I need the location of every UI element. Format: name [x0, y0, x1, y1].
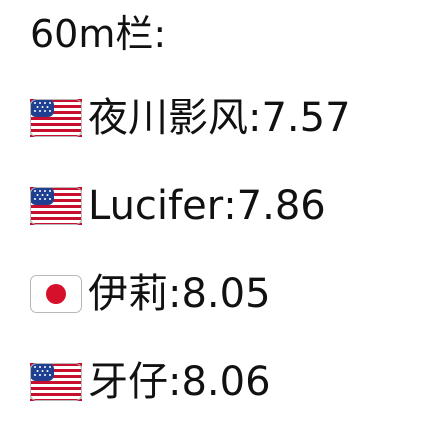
result-time: 7.57: [261, 95, 351, 141]
result-row-1: 夜川影风 : 7.57: [30, 94, 351, 142]
athlete-name: 夜川影风: [88, 95, 248, 141]
result-row-2: Lucifer : 7.86: [30, 182, 351, 230]
us-flag-icon: [30, 187, 82, 225]
separator: :: [248, 95, 262, 141]
us-flag-icon: [30, 99, 82, 137]
athlete-name: 牙仔: [88, 359, 168, 405]
result-entry-text: 牙仔 : 8.06: [88, 358, 271, 406]
result-list: 夜川影风 : 7.57 Lucifer: 7.86 伊莉: 8.05 牙仔 …: [30, 94, 351, 446]
athlete-name: Lucifer: [88, 183, 224, 229]
result-time: 8.05: [181, 271, 271, 317]
result-time: 7.86: [236, 183, 326, 229]
result-row-4: 牙仔 : 8.06: [30, 358, 351, 406]
result-entry-text: 夜川影风 : 7.57: [88, 94, 351, 142]
result-row-3: 伊莉 : 8.05: [30, 270, 351, 318]
page-title: 60m栏:: [30, 12, 167, 56]
us-flag-icon: [30, 363, 82, 401]
athlete-name: 伊莉: [88, 271, 168, 317]
result-time: 8.06: [181, 359, 271, 405]
separator: :: [168, 271, 182, 317]
jp-flag-icon: [30, 275, 82, 313]
result-entry-text: 伊莉 : 8.05: [88, 270, 271, 318]
result-entry-text: Lucifer : 7.86: [88, 182, 326, 230]
separator: :: [168, 359, 182, 405]
separator: :: [223, 183, 237, 229]
